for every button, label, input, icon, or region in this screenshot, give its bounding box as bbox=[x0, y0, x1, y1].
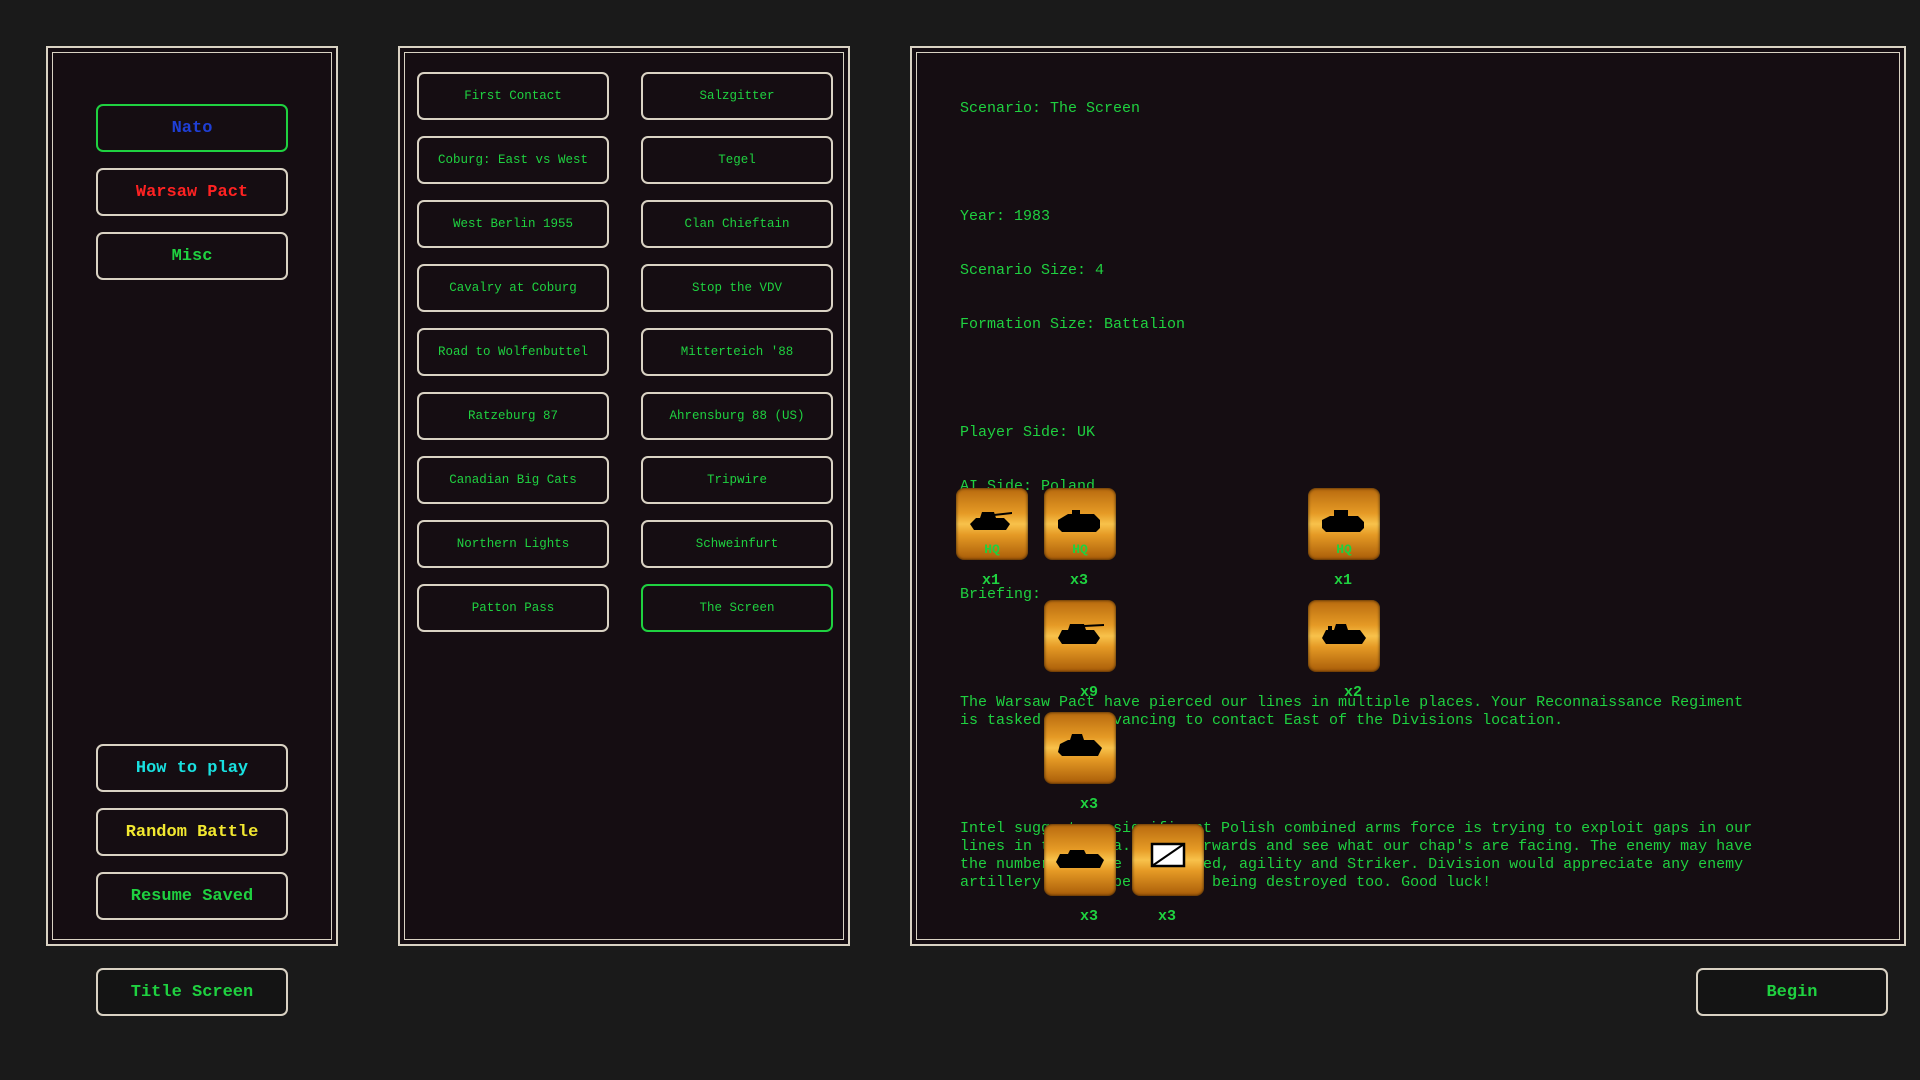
unit-count: x2 bbox=[1344, 684, 1363, 701]
unit-counter bbox=[1044, 712, 1116, 784]
scenario-button[interactable]: Northern Lights bbox=[417, 520, 609, 568]
scenario-button-selected[interactable]: The Screen bbox=[641, 584, 833, 632]
scenario-button[interactable]: Ahrensburg 88 (US) bbox=[641, 392, 833, 440]
misc-label: Misc bbox=[171, 246, 213, 266]
unit-counter: HQ bbox=[1044, 488, 1116, 560]
scenario-label: Mitterteich '88 bbox=[680, 345, 794, 359]
scenario-button[interactable]: Tegel bbox=[641, 136, 833, 184]
nato-button[interactable]: Nato bbox=[96, 104, 288, 152]
scenario-button[interactable]: Road to Wolfenbuttel bbox=[417, 328, 609, 376]
scenario-label: Coburg: East vs West bbox=[437, 153, 589, 167]
scenario-label: First Contact bbox=[464, 89, 562, 103]
scenario-size: Scenario Size: 4 bbox=[960, 262, 1105, 279]
resume-saved-label: Resume Saved bbox=[130, 886, 254, 906]
scenario-select-screen: Nato Warsaw Pact Misc How to play Random… bbox=[0, 0, 1920, 1080]
unit-count: x1 bbox=[982, 572, 1001, 589]
unit-count: x3 bbox=[1080, 908, 1099, 925]
begin-button[interactable]: Begin bbox=[1696, 968, 1888, 1016]
scenario-button[interactable]: Cavalry at Coburg bbox=[417, 264, 609, 312]
misc-button[interactable]: Misc bbox=[96, 232, 288, 280]
warsaw-pact-button[interactable]: Warsaw Pact bbox=[96, 168, 288, 216]
scenario-label: West Berlin 1955 bbox=[452, 217, 574, 231]
faction-panel: Nato Warsaw Pact Misc How to play Random… bbox=[46, 46, 338, 946]
unit-count: x3 bbox=[1158, 908, 1177, 925]
unit-counter: HQ bbox=[1308, 488, 1380, 560]
unit-count: x1 bbox=[1334, 572, 1353, 589]
scenario-button[interactable]: First Contact bbox=[417, 72, 609, 120]
unit-count: x9 bbox=[1080, 684, 1099, 701]
title-screen-button[interactable]: Title Screen bbox=[96, 968, 288, 1016]
scenario-button[interactable]: Canadian Big Cats bbox=[417, 456, 609, 504]
tracked-vehicle-icon bbox=[1058, 734, 1102, 756]
scenario-label: Tegel bbox=[718, 153, 756, 167]
unit-count: x3 bbox=[1070, 572, 1089, 589]
recon-vehicle-icon bbox=[1322, 624, 1366, 644]
scenario-label: Road to Wolfenbuttel bbox=[437, 345, 589, 359]
scenario-label: Schweinfurt bbox=[695, 537, 779, 551]
hq-label: HQ bbox=[1072, 542, 1088, 557]
armored-car-icon bbox=[1056, 850, 1104, 868]
scenario-title: Scenario: The Screen bbox=[960, 100, 1141, 117]
unit-counter bbox=[1308, 600, 1380, 672]
scenario-button[interactable]: Salzgitter bbox=[641, 72, 833, 120]
hq-label: HQ bbox=[1336, 542, 1352, 557]
scenario-label: The Screen bbox=[699, 601, 775, 615]
title-screen-label: Title Screen bbox=[130, 982, 254, 1002]
scenario-label: Salzgitter bbox=[699, 89, 775, 103]
begin-label: Begin bbox=[1766, 982, 1818, 1002]
scenario-button[interactable]: West Berlin 1955 bbox=[417, 200, 609, 248]
unit-counter bbox=[1044, 600, 1116, 672]
scenario-button[interactable]: Clan Chieftain bbox=[641, 200, 833, 248]
resume-saved-button[interactable]: Resume Saved bbox=[96, 872, 288, 920]
scenario-button[interactable]: Patton Pass bbox=[417, 584, 609, 632]
scenario-list-panel: First Contact Coburg: East vs West West … bbox=[398, 46, 850, 946]
light-tank-icon bbox=[1058, 624, 1104, 644]
apc-icon bbox=[1058, 510, 1100, 532]
scenario-label: Tripwire bbox=[706, 473, 767, 487]
warsaw-pact-label: Warsaw Pact bbox=[135, 182, 249, 202]
random-battle-button[interactable]: Random Battle bbox=[96, 808, 288, 856]
infantry-symbol-icon bbox=[1150, 842, 1186, 868]
nato-label: Nato bbox=[171, 118, 213, 138]
scenario-label: Patton Pass bbox=[471, 601, 555, 615]
scenario-year: Year: 1983 bbox=[960, 208, 1051, 225]
how-to-play-button[interactable]: How to play bbox=[96, 744, 288, 792]
apc-icon bbox=[1322, 510, 1364, 532]
scenario-button[interactable]: Ratzeburg 87 bbox=[417, 392, 609, 440]
random-battle-label: Random Battle bbox=[125, 822, 259, 842]
unit-counter bbox=[1044, 824, 1116, 896]
scenario-button[interactable]: Stop the VDV bbox=[641, 264, 833, 312]
scenario-button[interactable]: Tripwire bbox=[641, 456, 833, 504]
player-side: Player Side: UK bbox=[960, 424, 1096, 441]
hq-label: HQ bbox=[984, 542, 1000, 557]
formation-size: Formation Size: Battalion bbox=[960, 316, 1186, 333]
unit-counter bbox=[1132, 824, 1204, 896]
scenario-label: Clan Chieftain bbox=[684, 217, 790, 231]
unit-counter: HQ bbox=[956, 488, 1028, 560]
scenario-label: Northern Lights bbox=[456, 537, 570, 551]
scenario-button[interactable]: Schweinfurt bbox=[641, 520, 833, 568]
scenario-label: Cavalry at Coburg bbox=[449, 281, 577, 295]
scenario-button[interactable]: Coburg: East vs West bbox=[417, 136, 609, 184]
scenario-button[interactable]: Mitterteich '88 bbox=[641, 328, 833, 376]
scenario-label: Canadian Big Cats bbox=[449, 473, 577, 487]
tank-icon bbox=[970, 512, 1012, 530]
how-to-play-label: How to play bbox=[135, 758, 249, 778]
scenario-label: Ratzeburg 87 bbox=[467, 409, 558, 423]
scenario-label: Ahrensburg 88 (US) bbox=[669, 409, 805, 423]
unit-count: x3 bbox=[1080, 796, 1099, 813]
scenario-label: Stop the VDV bbox=[691, 281, 782, 295]
